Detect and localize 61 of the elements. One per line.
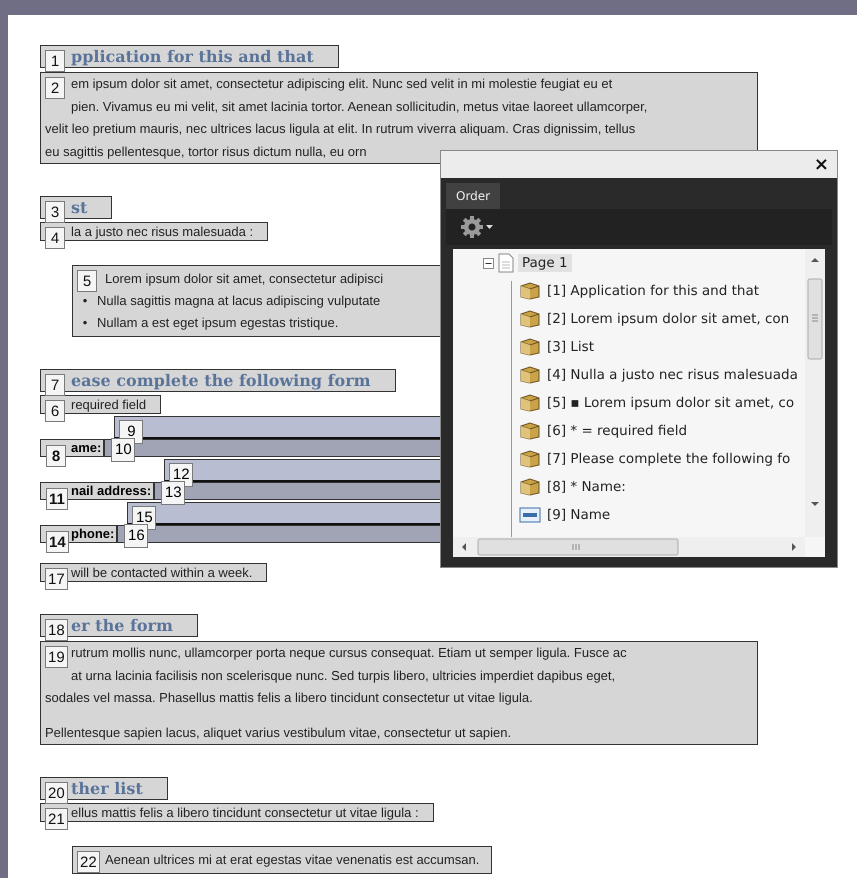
tree-item[interactable]: [6] * = required field: [547, 423, 688, 439]
text-line: at urna lacinia facilisis non scelerisque nunc. Sed turpis libero, ultricies imperdiet dapibus eget,: [70, 666, 616, 685]
order-number-badge: 17: [45, 568, 68, 590]
text-line: sodales vel massa. Phasellus mattis felis a libero tincidunt consectetur ut vitae ligula.: [44, 689, 534, 707]
order-number-badge: 18: [45, 619, 68, 641]
order-number-badge: 14: [46, 531, 69, 553]
text-line: rutrum mollis nunc, ullamcorper porta neque cursus consequat. Etiam ut semper ligula. Fusce ac: [70, 644, 628, 662]
text-line: Pellentesque sapien lacus, aliquet varius vestibulum vitae, consectetur ut sapien.: [44, 724, 512, 742]
tree-item[interactable]: [4] Nulla a justo nec risus malesuada: [547, 367, 798, 383]
text-line: pien. Vivamus eu mi velit, sit amet lacinia tortor. Aenean sollicitudin, metus vitae laoreet ullamcorper,: [70, 98, 648, 116]
order-number-badge: 8: [46, 445, 66, 467]
tree-item[interactable]: Page 1: [518, 254, 572, 272]
order-number-badge: 2: [45, 77, 65, 99]
gear-icon: [460, 215, 484, 239]
bullet: •: [82, 314, 88, 332]
order-number-badge: 22: [77, 851, 100, 873]
order-number-badge: 19: [45, 646, 68, 668]
box-icon: [519, 422, 541, 440]
form-field-icon: [519, 507, 541, 523]
box-icon: [519, 310, 541, 328]
tab[interactable]: Order: [446, 183, 500, 209]
order-number-badge: 21: [45, 808, 68, 830]
box-icon: [519, 338, 541, 356]
box-icon: [519, 478, 541, 496]
list-item-text: Nullam a est eget ipsum egestas tristique.: [97, 314, 338, 332]
options-button[interactable]: [460, 215, 493, 239]
tree-item[interactable]: [1] Application for this and that: [547, 283, 760, 299]
order-number-badge: 1: [45, 50, 65, 72]
order-number-badge: 20: [45, 782, 68, 804]
order-number-badge: 13: [161, 481, 186, 505]
order-number-badge: 5: [77, 270, 97, 292]
order-number-badge: 11: [46, 488, 68, 510]
tree-item[interactable]: [8] * Name:: [547, 479, 626, 495]
caret-icon: [486, 225, 493, 229]
order-number-badge: 6: [45, 400, 65, 422]
order-number-badge: 3: [45, 201, 65, 223]
box-icon: [519, 366, 541, 384]
horizontal-scrollbar[interactable]: [453, 537, 805, 557]
box-icon: [519, 282, 541, 300]
order-number-badge: 4: [45, 227, 65, 249]
text-line: velit leo pretium mauris, nec ultrices lacus ligula at elit. In rutrum viverra aliquam. Cras dignissim, tellus: [44, 120, 636, 138]
order-number-badge: 10: [111, 438, 136, 462]
close-button[interactable]: ×: [814, 154, 829, 175]
order-number-badge: 7: [45, 374, 65, 396]
vertical-scrollbar[interactable]: [805, 249, 825, 537]
list-item-text: Nulla sagittis magna at lacus adipiscing vulputate: [97, 292, 380, 310]
bullet: •: [82, 292, 88, 310]
text-line: em ipsum dolor sit amet, consectetur adipiscing elit. Nunc sed velit in mi molestie feugiat eu et: [70, 75, 614, 93]
tree-item[interactable]: [7] Please complete the following fo: [547, 451, 790, 467]
tree-item[interactable]: [5] ▪ Lorem ipsum dolor sit amet, co: [547, 395, 794, 411]
collapse-icon[interactable]: [483, 258, 494, 268]
order-number-badge: 16: [124, 524, 148, 548]
page-icon: [498, 253, 514, 273]
tree-item[interactable]: [3] List: [547, 339, 594, 355]
box-icon: [519, 450, 541, 468]
tree-item[interactable]: [9] Name: [547, 507, 610, 523]
box-icon: [519, 394, 541, 412]
text-line: eu sagittis pellentesque, tortor risus dictum nulla, eu orn: [44, 142, 368, 161]
list-item-text: Aenean ultrices mi at erat egestas vitae venenatis est accumsan.: [104, 851, 480, 869]
tree-item[interactable]: [2] Lorem ipsum dolor sit amet, con: [547, 311, 790, 327]
list-item-text: Lorem ipsum dolor sit amet, consectetur adipisci: [104, 270, 384, 288]
